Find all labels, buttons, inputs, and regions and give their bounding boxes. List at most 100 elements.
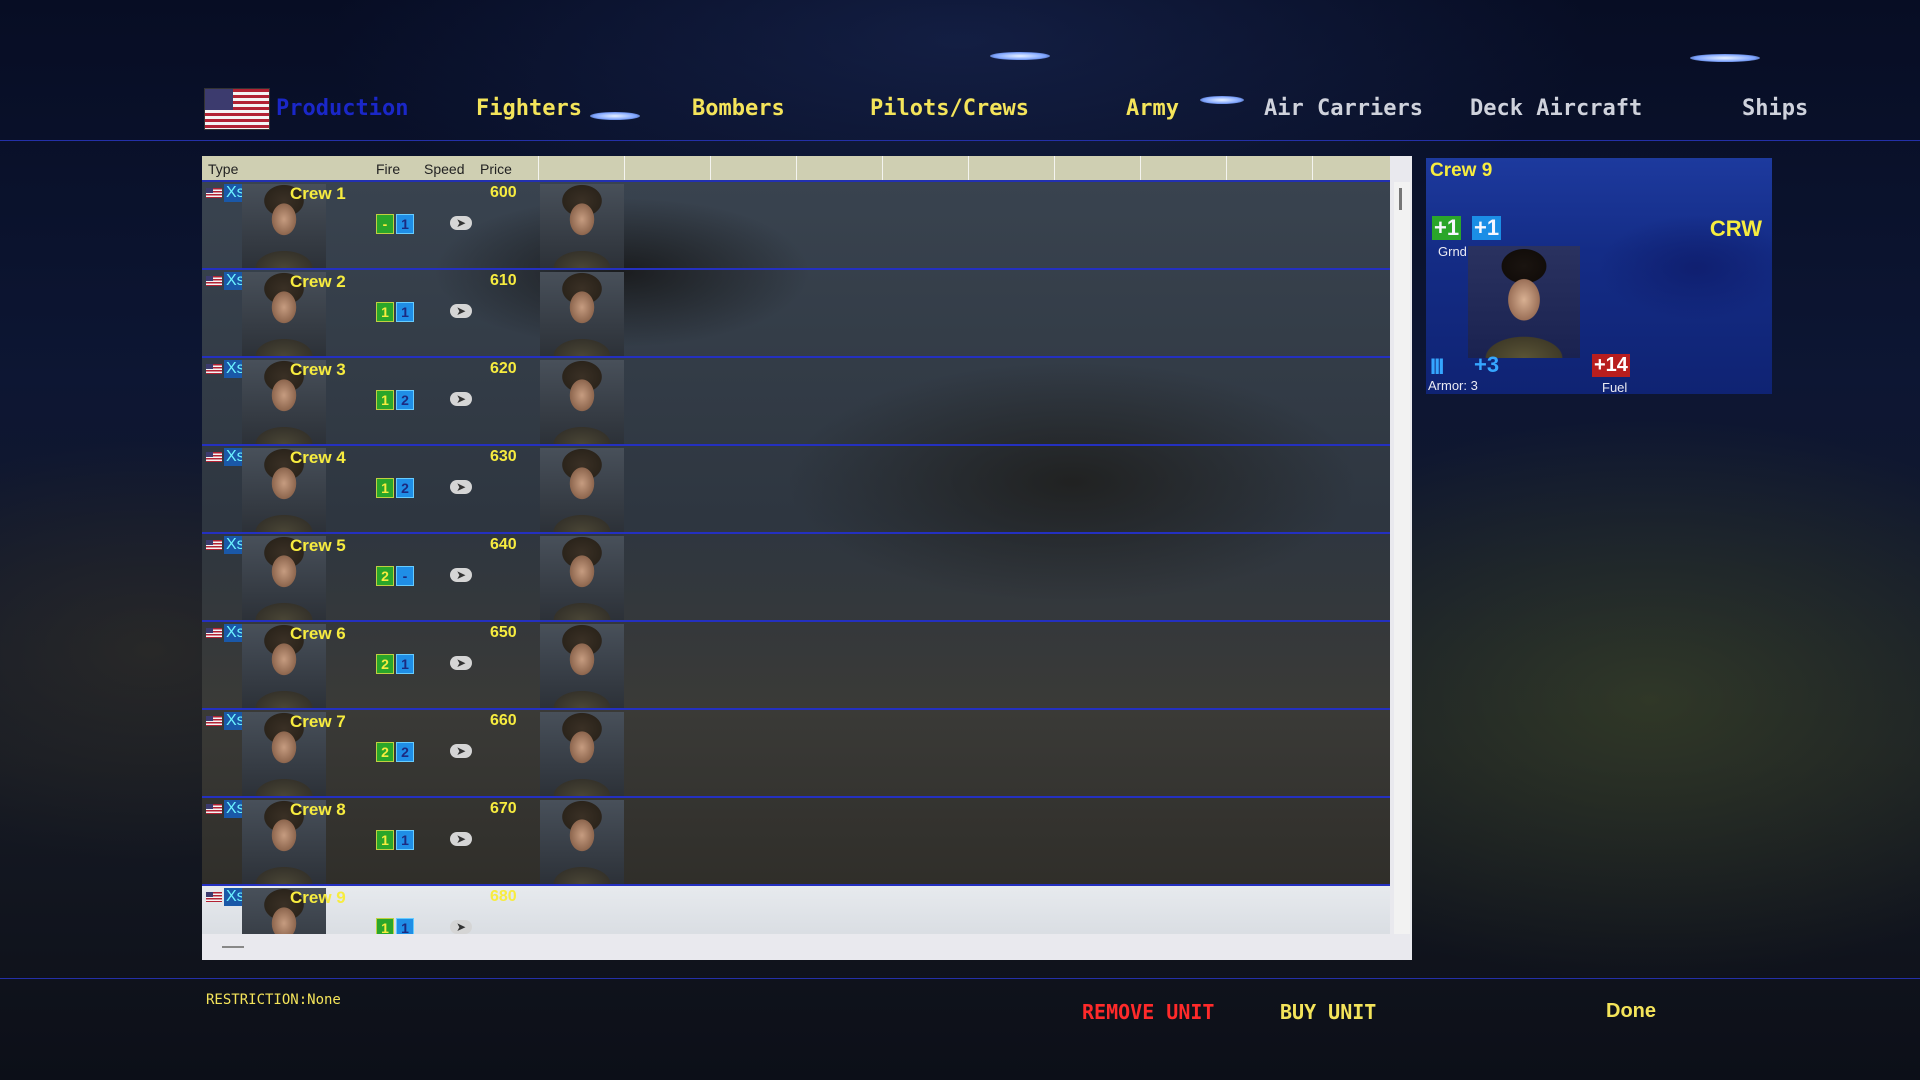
unit-name: Crew 7 xyxy=(290,712,346,731)
buy-unit-button[interactable]: BUY UNIT xyxy=(1280,1000,1376,1024)
air-value: 1 xyxy=(396,302,414,322)
crew-portrait xyxy=(540,184,624,268)
unit-row[interactable]: Xs Crew 1-1 ➤ 600 xyxy=(202,182,1390,270)
ceiling-light xyxy=(1200,96,1244,104)
crew-portrait xyxy=(540,448,624,532)
air-value: 2 xyxy=(396,742,414,762)
fire-value: 1 xyxy=(376,918,394,934)
arrow-right-icon[interactable]: ➤ xyxy=(450,392,472,406)
vertical-scrollbar[interactable] xyxy=(1394,182,1410,934)
ceiling-light xyxy=(990,52,1050,60)
fire-value: 2 xyxy=(376,566,394,586)
tab-bombers[interactable]: Bombers xyxy=(692,96,785,121)
usa-flag-icon xyxy=(206,804,222,814)
unit-name: Crew 8 xyxy=(290,800,346,819)
arrow-right-icon[interactable]: ➤ xyxy=(450,832,472,846)
unit-name: Crew 2 xyxy=(290,272,346,291)
unit-price: 660 xyxy=(490,712,517,729)
unit-row[interactable]: Xs Crew 7 2 2 ➤ 660 xyxy=(202,710,1390,798)
crew-portrait xyxy=(540,360,624,444)
divider-bottom xyxy=(0,978,1920,979)
crew-portrait xyxy=(540,624,624,708)
fire-value: 2 xyxy=(376,742,394,762)
crew-portrait xyxy=(540,272,624,356)
tab-fighters[interactable]: Fighters xyxy=(476,96,582,121)
unit-row[interactable]: Xs Crew 9 1 1 ➤ 680 xyxy=(202,886,1390,934)
usa-flag-icon xyxy=(206,276,222,286)
tab-pilots-crews[interactable]: Pilots/Crews xyxy=(870,96,1029,121)
tab-production[interactable]: Production xyxy=(276,96,408,121)
usa-flag-icon xyxy=(206,892,222,902)
air-value: 1 xyxy=(396,830,414,850)
tab-deck-aircraft[interactable]: Deck Aircraft xyxy=(1470,96,1642,121)
air-value: 1 xyxy=(396,918,414,934)
unit-info-card: Crew 9 +1 +1 Grnd. Air CRW III +3 Armor:… xyxy=(1426,158,1772,395)
header-type[interactable]: Type xyxy=(208,161,238,177)
unit-name: Crew 6 xyxy=(290,624,346,643)
tab-army[interactable]: Army xyxy=(1126,96,1179,121)
unit-name: Crew 3 xyxy=(290,360,346,379)
horizontal-scroll-mark xyxy=(222,946,244,948)
unit-row[interactable]: Xs Crew 3 1 2 ➤ 620 xyxy=(202,358,1390,446)
unit-name: Crew 4 xyxy=(290,448,346,467)
unit-price: 620 xyxy=(490,360,517,377)
unit-row[interactable]: Xs Crew 2 1 1 ➤ 610 xyxy=(202,270,1390,358)
fire-value: 1 xyxy=(376,302,394,322)
arrow-right-icon[interactable]: ➤ xyxy=(450,744,472,758)
fire-value: 2 xyxy=(376,654,394,674)
remove-unit-button[interactable]: REMOVE UNIT xyxy=(1082,1000,1214,1024)
crew-portrait xyxy=(540,712,624,796)
arrow-right-icon[interactable]: ➤ xyxy=(450,480,472,494)
unit-list[interactable]: Xs Crew 1-1 ➤ 600 Xs Crew 2 1 1 ➤ 610 Xs Crew 3 1 2 ➤ 6… xyxy=(202,182,1390,934)
arrow-right-icon[interactable]: ➤ xyxy=(450,216,472,230)
usa-flag-icon xyxy=(206,188,222,198)
header-speed[interactable]: Speed xyxy=(424,161,464,177)
ceiling-light xyxy=(1690,54,1760,62)
air-value: 2 xyxy=(396,478,414,498)
header-fire[interactable]: Fire xyxy=(376,161,400,177)
ceiling-light xyxy=(590,112,640,120)
header-price[interactable]: Price xyxy=(480,161,512,177)
unit-name: Crew 1 xyxy=(290,184,346,203)
air-value: 2 xyxy=(396,390,414,410)
crew-portrait xyxy=(1468,246,1580,358)
ground-bonus: +1 xyxy=(1432,215,1462,240)
unit-row[interactable]: Xs Crew 6 2 1 ➤ 650 xyxy=(202,622,1390,710)
arrow-right-icon[interactable]: ➤ xyxy=(450,304,472,318)
arrow-right-icon[interactable]: ➤ xyxy=(450,920,472,934)
unit-row[interactable]: Xs Crew 5 2- ➤ 640 xyxy=(202,534,1390,622)
unit-price: 650 xyxy=(490,624,517,641)
tab-air-carriers[interactable]: Air Carriers xyxy=(1264,96,1423,121)
usa-flag-icon xyxy=(206,452,222,462)
armor-bonus: +3 xyxy=(1474,352,1500,377)
air-value: 1 xyxy=(396,214,414,234)
fuel-label: Fuel xyxy=(1602,380,1628,395)
usa-flag-icon xyxy=(206,540,222,550)
air-bonus: +1 xyxy=(1472,215,1502,240)
unit-price: 670 xyxy=(490,800,517,817)
armor-bars-icon: III xyxy=(1430,354,1444,379)
unit-name: Crew 9 xyxy=(290,888,346,907)
unit-name: Crew 5 xyxy=(290,536,346,555)
fire-value: 1 xyxy=(376,478,394,498)
arrow-right-icon[interactable]: ➤ xyxy=(450,656,472,670)
done-button[interactable]: Done xyxy=(1606,1000,1656,1023)
air-value: - xyxy=(396,566,414,586)
unit-row[interactable]: Xs Crew 8 1 1 ➤ 670 xyxy=(202,798,1390,886)
usa-flag-icon xyxy=(206,716,222,726)
card-title: Crew 9 xyxy=(1430,160,1493,181)
unit-price: 630 xyxy=(490,448,517,465)
unit-price: 640 xyxy=(490,536,517,553)
unit-list-panel: Type Fire Speed Price Xs Crew 1-1 ➤ 600 Xs Cr… xyxy=(202,156,1412,960)
divider-top xyxy=(0,140,1920,141)
unit-row[interactable]: Xs Crew 4 1 2 ➤ 630 xyxy=(202,446,1390,534)
usa-flag-icon xyxy=(206,364,222,374)
fire-value: - xyxy=(376,214,394,234)
tab-ships[interactable]: Ships xyxy=(1742,96,1808,121)
air-value: 1 xyxy=(396,654,414,674)
usa-flag-icon xyxy=(206,628,222,638)
usa-flag-icon xyxy=(204,88,270,130)
crew-portrait xyxy=(540,800,624,884)
arrow-right-icon[interactable]: ➤ xyxy=(450,568,472,582)
unit-price: 610 xyxy=(490,272,517,289)
